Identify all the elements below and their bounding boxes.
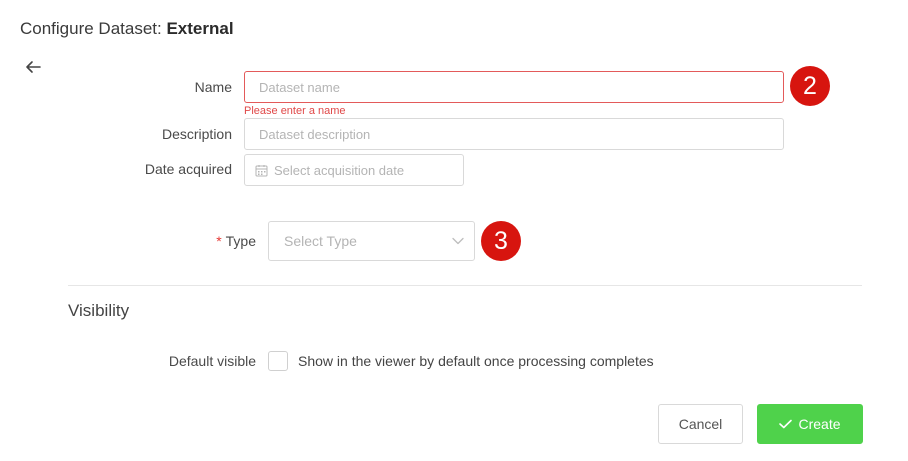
step-badge-3: 3 (481, 221, 521, 261)
create-button[interactable]: Create (757, 404, 863, 444)
calendar-icon (255, 164, 268, 177)
name-error-message: Please enter a name (244, 105, 346, 117)
cancel-button-label: Cancel (678, 416, 723, 432)
default-visible-label: Default visible (168, 353, 256, 369)
description-input[interactable] (244, 118, 784, 150)
visibility-section-title: Visibility (68, 301, 130, 320)
back-arrow-icon[interactable] (24, 58, 42, 76)
date-acquired-label: Date acquired (144, 161, 232, 177)
type-label: * Type (216, 232, 256, 250)
type-select[interactable]: Select Type (268, 221, 475, 261)
type-select-placeholder: Select Type (284, 233, 357, 249)
required-marker: * (216, 233, 222, 249)
cancel-button[interactable]: Cancel (658, 404, 743, 444)
date-acquired-picker[interactable]: Select acquisition date (244, 154, 464, 186)
default-visible-checkbox-text: Show in the viewer by default once proce… (298, 353, 654, 369)
date-acquired-placeholder: Select acquisition date (274, 162, 405, 178)
default-visible-checkbox[interactable] (268, 351, 288, 371)
check-icon (779, 419, 793, 429)
page-title: Configure Dataset: External (20, 18, 234, 40)
page-title-prefix: Configure Dataset: (20, 19, 167, 38)
page-title-dataset-name: External (166, 19, 234, 38)
type-label-text: Type (225, 233, 256, 249)
name-input[interactable] (244, 71, 784, 103)
step-badge-2: 2 (790, 66, 830, 106)
section-divider (68, 285, 862, 286)
create-button-label: Create (798, 416, 841, 432)
chevron-down-icon (452, 237, 464, 245)
description-label: Description (161, 126, 232, 142)
name-label: Name (194, 79, 232, 95)
